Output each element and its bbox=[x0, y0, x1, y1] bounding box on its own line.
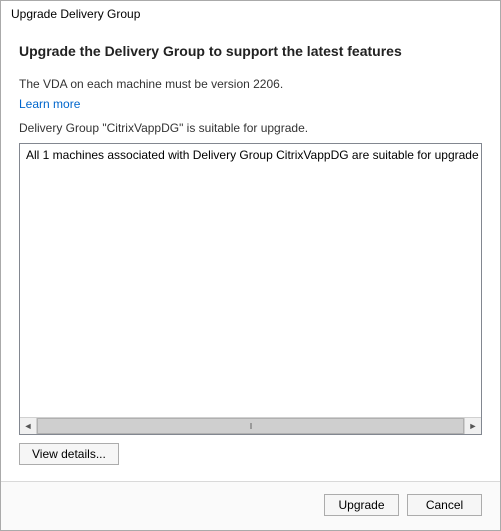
list-item[interactable]: All 1 machines associated with Delivery … bbox=[20, 144, 481, 417]
machines-listbox[interactable]: All 1 machines associated with Delivery … bbox=[19, 143, 482, 435]
window-title: Upgrade Delivery Group bbox=[1, 1, 500, 25]
dialog-content: Upgrade the Delivery Group to support th… bbox=[1, 25, 500, 475]
scroll-thumb[interactable] bbox=[37, 418, 464, 434]
page-heading: Upgrade the Delivery Group to support th… bbox=[19, 43, 482, 59]
cancel-button[interactable]: Cancel bbox=[407, 494, 482, 516]
scroll-right-arrow-icon[interactable]: ► bbox=[464, 418, 481, 434]
upgrade-button[interactable]: Upgrade bbox=[324, 494, 399, 516]
learn-more-link[interactable]: Learn more bbox=[19, 97, 482, 111]
suitability-status: Delivery Group "CitrixVappDG" is suitabl… bbox=[19, 121, 482, 135]
dialog-footer: Upgrade Cancel bbox=[1, 482, 500, 530]
scroll-track[interactable] bbox=[37, 418, 464, 434]
vda-requirement-text: The VDA on each machine must be version … bbox=[19, 77, 482, 91]
scroll-left-arrow-icon[interactable]: ◄ bbox=[20, 418, 37, 434]
view-details-button[interactable]: View details... bbox=[19, 443, 119, 465]
horizontal-scrollbar[interactable]: ◄ ► bbox=[20, 417, 481, 434]
